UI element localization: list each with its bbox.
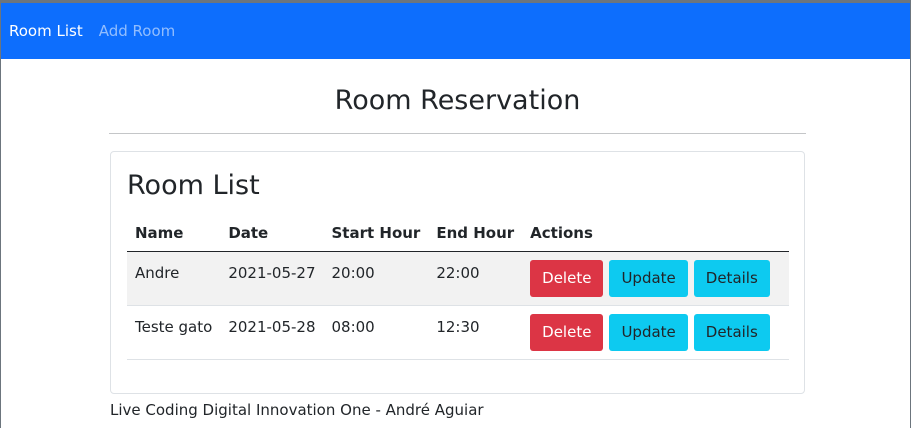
nav-room-list[interactable]: Room List: [9, 22, 83, 40]
top-navbar: Room List Add Room: [1, 3, 910, 59]
delete-button[interactable]: Delete: [530, 314, 604, 351]
column-header-name: Name: [127, 214, 221, 252]
details-button[interactable]: Details: [693, 260, 770, 297]
delete-button[interactable]: Delete: [530, 260, 604, 297]
room-list-card: Room List Name Date Start Hour End Hour …: [110, 151, 805, 394]
room-end-hour: 22:00: [428, 251, 523, 306]
column-header-start-hour: Start Hour: [323, 214, 429, 252]
update-button[interactable]: Update: [609, 314, 688, 351]
row-actions: Delete Update Details: [522, 305, 789, 360]
app-window: Room List Add Room Room Reservation Room…: [0, 0, 911, 428]
page-title: Room Reservation: [334, 85, 581, 116]
column-header-actions: Actions: [522, 214, 789, 252]
table-row: Andre 2021-05-27 20:00 22:00 Delete Updat…: [127, 251, 789, 306]
room-name: Andre: [127, 251, 221, 306]
room-date: 2021-05-27: [220, 251, 324, 306]
table-header-row: Name Date Start Hour End Hour Actions: [127, 214, 789, 252]
nav-add-room[interactable]: Add Room: [99, 22, 176, 40]
room-date: 2021-05-28: [220, 305, 324, 360]
column-header-date: Date: [220, 214, 324, 252]
row-actions: Delete Update Details: [522, 251, 789, 306]
room-end-hour: 12:30: [428, 305, 523, 360]
card-title: Room List: [127, 170, 260, 201]
room-name: Teste gato: [127, 305, 221, 360]
footer-text: Live Coding Digital Innovation One - And…: [110, 401, 484, 419]
room-start-hour: 08:00: [323, 305, 429, 360]
table-row: Teste gato 2021-05-28 08:00 12:30 Delete…: [127, 305, 789, 360]
details-button[interactable]: Details: [693, 314, 770, 351]
update-button[interactable]: Update: [609, 260, 688, 297]
title-divider: [109, 133, 806, 134]
room-table: Name Date Start Hour End Hour Actions An…: [127, 214, 789, 360]
room-start-hour: 20:00: [323, 251, 429, 306]
column-header-end-hour: End Hour: [428, 214, 523, 252]
